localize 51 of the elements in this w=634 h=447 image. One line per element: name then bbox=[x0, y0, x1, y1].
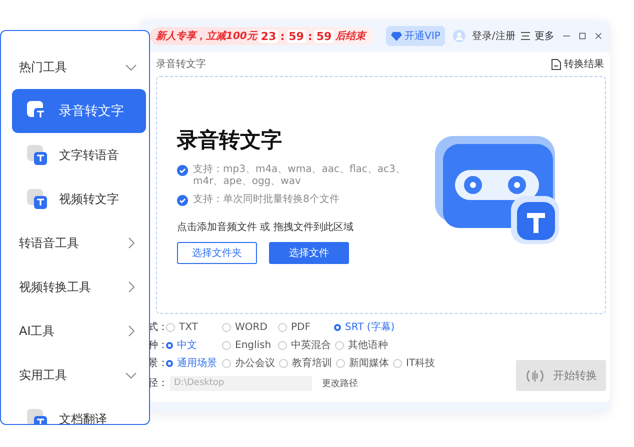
promo-text: 后结束 bbox=[336, 30, 366, 43]
radio-option[interactable]: IT科技 bbox=[393, 356, 445, 370]
menu-group[interactable]: 热门工具 bbox=[1, 45, 149, 89]
menu-group[interactable]: 实用工具 bbox=[1, 353, 149, 397]
radio-option[interactable]: 通用场景 bbox=[166, 356, 218, 370]
radio-option[interactable]: 教育培训 bbox=[279, 356, 332, 370]
check-icon bbox=[177, 165, 188, 176]
document-icon bbox=[551, 58, 561, 70]
radio-option[interactable]: SRT (字幕) bbox=[334, 320, 395, 334]
countdown-text: : bbox=[308, 30, 312, 42]
countdown-text: 59 bbox=[314, 30, 334, 42]
menu-group[interactable]: 视频转换工具 bbox=[1, 265, 149, 309]
radio-option[interactable]: 其他语种 bbox=[335, 338, 388, 352]
menu-icon bbox=[521, 32, 530, 40]
change-path-link[interactable]: 更改路径 bbox=[322, 376, 358, 390]
promo-banner[interactable]: 新人专享，立减100元 23 : 59 : 59 后结束 bbox=[150, 27, 374, 45]
maximize-icon[interactable] bbox=[579, 31, 586, 41]
drop-hint: 点击添加音频文件 或 拖拽文件到此区域 bbox=[177, 220, 354, 234]
promo-text: 新人专享，立减100元 bbox=[156, 29, 257, 43]
menu-item[interactable]: 视频转文字 bbox=[12, 177, 146, 221]
choose-button[interactable]: 选择文件夹 bbox=[177, 242, 257, 264]
login-link[interactable]: 登录/注册 bbox=[472, 29, 516, 43]
choose-button[interactable]: 选择文件 bbox=[269, 242, 349, 264]
radio-option[interactable]: WORD bbox=[222, 322, 274, 332]
countdown-text: 23 bbox=[258, 30, 278, 42]
diamond-icon bbox=[390, 32, 402, 40]
more-button[interactable]: 更多 bbox=[521, 29, 554, 43]
menu-group[interactable]: AI工具 bbox=[1, 309, 149, 353]
radio-option[interactable]: English bbox=[222, 340, 274, 350]
close-icon[interactable] bbox=[595, 31, 602, 41]
breadcrumb[interactable]: 录音转文字 bbox=[156, 57, 206, 71]
countdown-text: 59 bbox=[286, 30, 306, 42]
tool-title: 录音转文字 bbox=[177, 127, 283, 154]
radio-option[interactable]: PDF bbox=[278, 322, 330, 332]
menu-group[interactable]: 转语音工具 bbox=[1, 221, 149, 265]
countdown-text: : bbox=[280, 30, 285, 42]
feature-text: 支持：单次同时批量转换8个文件 bbox=[193, 194, 340, 206]
feature-text: 支持：mp3、m4a、wma、aac、flac、ac3、m4r、ape、ogg、wav bbox=[193, 164, 406, 188]
radio-option[interactable]: 办公会议 bbox=[222, 356, 275, 370]
check-icon bbox=[177, 195, 188, 206]
menu-item[interactable]: 文字转语音 bbox=[12, 133, 146, 177]
radio-option[interactable]: 中英混合 bbox=[278, 338, 331, 352]
results-button[interactable]: 转换结果 bbox=[551, 57, 604, 71]
radio-option[interactable]: 中文 bbox=[166, 338, 218, 352]
tool-icon bbox=[27, 145, 47, 165]
menu-item[interactable]: 文档翻译 bbox=[12, 397, 146, 424]
radio-option[interactable]: 新闻媒体 bbox=[336, 356, 389, 370]
radio-option[interactable]: TXT bbox=[166, 322, 218, 332]
drop-area[interactable]: 录音转文字 支持：mp3、m4a、wma、aac、flac、ac3、m4r、ape、ogg、wav 支持：单次同时批量转换8个文件 点击添加音频文件 或 拖拽文件到此区域 选择文件夹 选择文件 bbox=[156, 76, 606, 314]
menu-item[interactable]: 录音转文字 bbox=[12, 89, 146, 133]
tool-icon bbox=[27, 189, 47, 209]
